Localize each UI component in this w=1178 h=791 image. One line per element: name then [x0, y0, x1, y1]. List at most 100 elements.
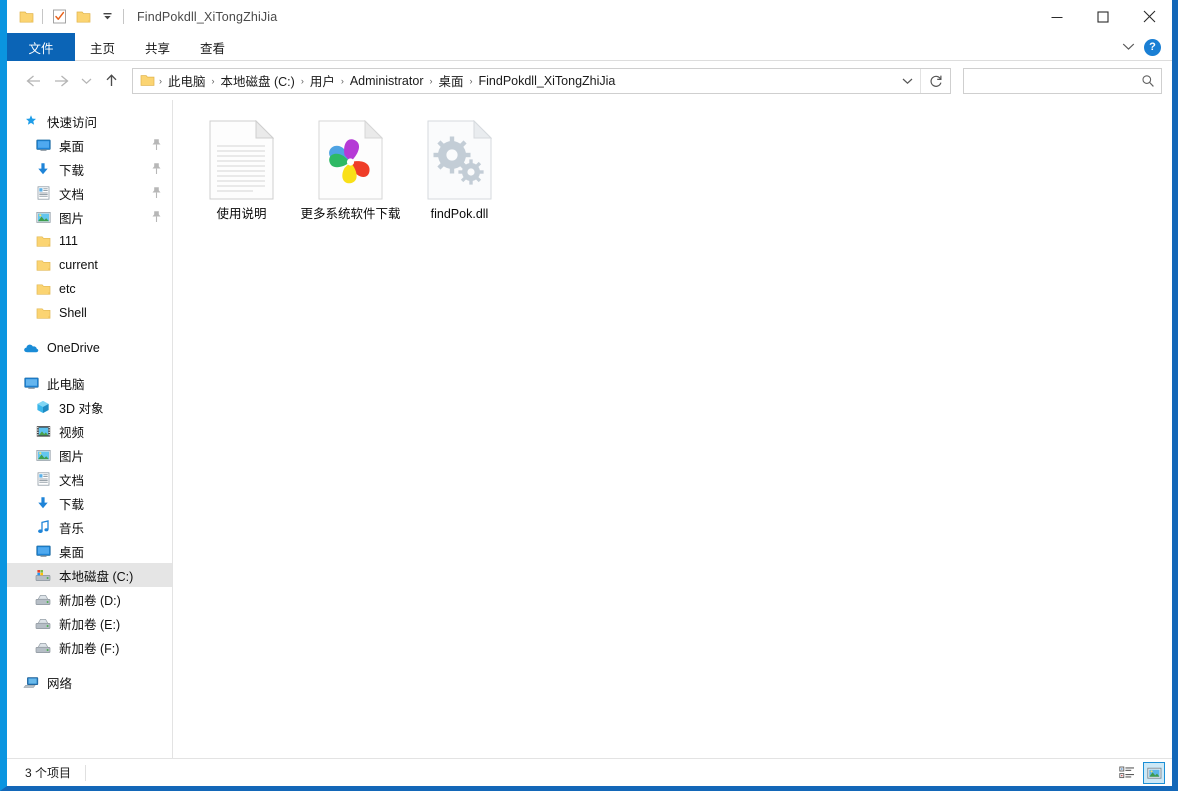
sidebar-item-volume-d[interactable]: 新加卷 (D:)	[7, 587, 172, 611]
sidebar-label: 音乐	[59, 521, 85, 536]
ribbon-tab-bar: 文件 主页 共享 查看 ?	[7, 33, 1172, 61]
sidebar-item-documents[interactable]: 文档	[7, 467, 172, 491]
dll-gears-icon	[424, 120, 496, 200]
breadcrumb-item-this-pc[interactable]: 此电脑	[163, 71, 211, 90]
sidebar-label: current	[59, 258, 98, 272]
sidebar-item-pictures[interactable]: 图片	[7, 205, 172, 229]
sidebar-item-volume-e[interactable]: 新加卷 (E:)	[7, 611, 172, 635]
sidebar-item-music[interactable]: 音乐	[7, 515, 172, 539]
sidebar-label: 新加卷 (F:)	[59, 641, 120, 656]
tab-file[interactable]: 文件	[7, 33, 75, 61]
sidebar-label: 网络	[47, 676, 73, 691]
maximize-button[interactable]	[1080, 0, 1126, 33]
breadcrumb-item-users[interactable]: 用户	[305, 71, 340, 90]
sidebar-item-volume-f[interactable]: 新加卷 (F:)	[7, 635, 172, 659]
tab-share[interactable]: 共享	[130, 33, 185, 61]
search-icon[interactable]	[1135, 69, 1161, 93]
chevron-down-icon[interactable]	[95, 5, 119, 29]
search-input[interactable]	[964, 69, 1135, 92]
back-button[interactable]	[19, 67, 47, 95]
sidebar-label: etc	[59, 282, 76, 296]
breadcrumb: › 此电脑 › 本地磁盘 (C:) › 用户 › Administrator ›…	[133, 71, 894, 90]
sidebar-item-videos[interactable]: 视频	[7, 419, 172, 443]
tab-home[interactable]: 主页	[75, 33, 130, 61]
sidebar-item-local-disk-c[interactable]: 本地磁盘 (C:)	[7, 563, 172, 587]
close-button[interactable]	[1126, 0, 1172, 33]
help-icon[interactable]: ?	[1144, 38, 1161, 56]
pin-icon[interactable]	[151, 162, 162, 178]
title-bar: FindPokdll_XiTongZhiJia	[7, 0, 1172, 33]
sidebar-label: 图片	[59, 449, 85, 464]
view-mode-buttons	[1116, 762, 1165, 784]
folder-icon	[33, 256, 53, 274]
sidebar-item-desktop[interactable]: 桌面	[7, 133, 172, 157]
pin-icon[interactable]	[151, 138, 162, 154]
details-view-button[interactable]	[1116, 762, 1138, 784]
file-items: 使用说明 更多系统软件下载 findPok.dll	[173, 100, 1172, 232]
sidebar-item-shell[interactable]: Shell	[7, 301, 172, 325]
ribbon-right-controls: ?	[1122, 33, 1166, 61]
search-box[interactable]	[963, 67, 1162, 94]
file-item[interactable]: 更多系统软件下载	[296, 114, 405, 232]
breadcrumb-item-desktop[interactable]: 桌面	[433, 71, 468, 90]
star-pin-icon	[21, 112, 41, 130]
this-pc-icon	[21, 374, 41, 392]
up-button[interactable]	[97, 67, 125, 95]
sidebar-item-this-pc[interactable]: 此电脑	[7, 371, 172, 395]
sidebar-item-111[interactable]: 111	[7, 229, 172, 253]
system-drive-icon	[33, 566, 53, 584]
sidebar-item-current[interactable]: current	[7, 253, 172, 277]
sidebar-item-etc[interactable]: etc	[7, 277, 172, 301]
sidebar-item-onedrive[interactable]: OneDrive	[7, 336, 172, 360]
sidebar-item-downloads[interactable]: 下载	[7, 157, 172, 181]
sidebar-label: 图片	[59, 211, 85, 226]
text-document-icon	[206, 120, 278, 200]
address-dropdown-chevron-down-icon[interactable]	[894, 69, 920, 93]
ribbon-collapse-chevron-down-icon[interactable]	[1122, 38, 1135, 56]
breadcrumb-item-administrator[interactable]: Administrator	[345, 74, 429, 88]
3d-objects-icon	[33, 398, 53, 416]
download-icon	[33, 494, 53, 512]
new-folder-icon[interactable]	[71, 5, 95, 29]
large-icons-view-button[interactable]	[1143, 762, 1165, 784]
sidebar-item-desktop[interactable]: 桌面	[7, 539, 172, 563]
navigation-bar: › 此电脑 › 本地磁盘 (C:) › 用户 › Administrator ›…	[7, 61, 1172, 100]
window-body: 快速访问 桌面 下载 文档 图片 111 current etc Shell O…	[7, 100, 1172, 758]
sidebar-label: 桌面	[59, 139, 85, 154]
download-icon	[33, 160, 53, 178]
folder-icon	[33, 232, 53, 250]
sidebar-item-network[interactable]: 网络	[7, 670, 172, 694]
refresh-button[interactable]	[920, 68, 950, 93]
sidebar-item-downloads[interactable]: 下载	[7, 491, 172, 515]
file-list-pane[interactable]: 使用说明 更多系统软件下载 findPok.dll	[173, 100, 1172, 758]
sidebar-item-3d-objects[interactable]: 3D 对象	[7, 395, 172, 419]
tab-view[interactable]: 查看	[185, 33, 240, 61]
desktop-icon	[33, 136, 53, 154]
address-bar[interactable]: › 此电脑 › 本地磁盘 (C:) › 用户 › Administrator ›…	[132, 67, 951, 94]
folder-icon[interactable]	[14, 5, 38, 29]
minimize-button[interactable]	[1034, 0, 1080, 33]
sidebar-item-pictures[interactable]: 图片	[7, 443, 172, 467]
breadcrumb-folder-icon[interactable]	[139, 74, 158, 88]
sidebar-label: 文档	[59, 473, 85, 488]
file-name: 使用说明	[216, 207, 267, 221]
navigation-pane[interactable]: 快速访问 桌面 下载 文档 图片 111 current etc Shell O…	[7, 100, 173, 758]
forward-button[interactable]	[47, 67, 75, 95]
sidebar-label: 此电脑	[47, 377, 85, 392]
folder-icon	[33, 280, 53, 298]
breadcrumb-item-local-disk-c[interactable]: 本地磁盘 (C:)	[216, 71, 300, 90]
breadcrumb-item-current-folder[interactable]: FindPokdll_XiTongZhiJia	[474, 74, 621, 88]
pin-icon[interactable]	[151, 210, 162, 226]
status-bar: 3 个项目	[7, 758, 1172, 786]
drive-icon	[33, 590, 53, 608]
sidebar-item-quick-access[interactable]: 快速访问	[7, 109, 172, 133]
network-icon	[21, 673, 41, 691]
file-item[interactable]: 使用说明	[187, 114, 296, 232]
properties-icon[interactable]	[47, 5, 71, 29]
recent-locations-chevron-down-icon[interactable]	[75, 67, 97, 95]
sidebar-item-documents[interactable]: 文档	[7, 181, 172, 205]
file-item[interactable]: findPok.dll	[405, 114, 514, 232]
onedrive-cloud-icon	[21, 339, 41, 357]
pin-icon[interactable]	[151, 186, 162, 202]
